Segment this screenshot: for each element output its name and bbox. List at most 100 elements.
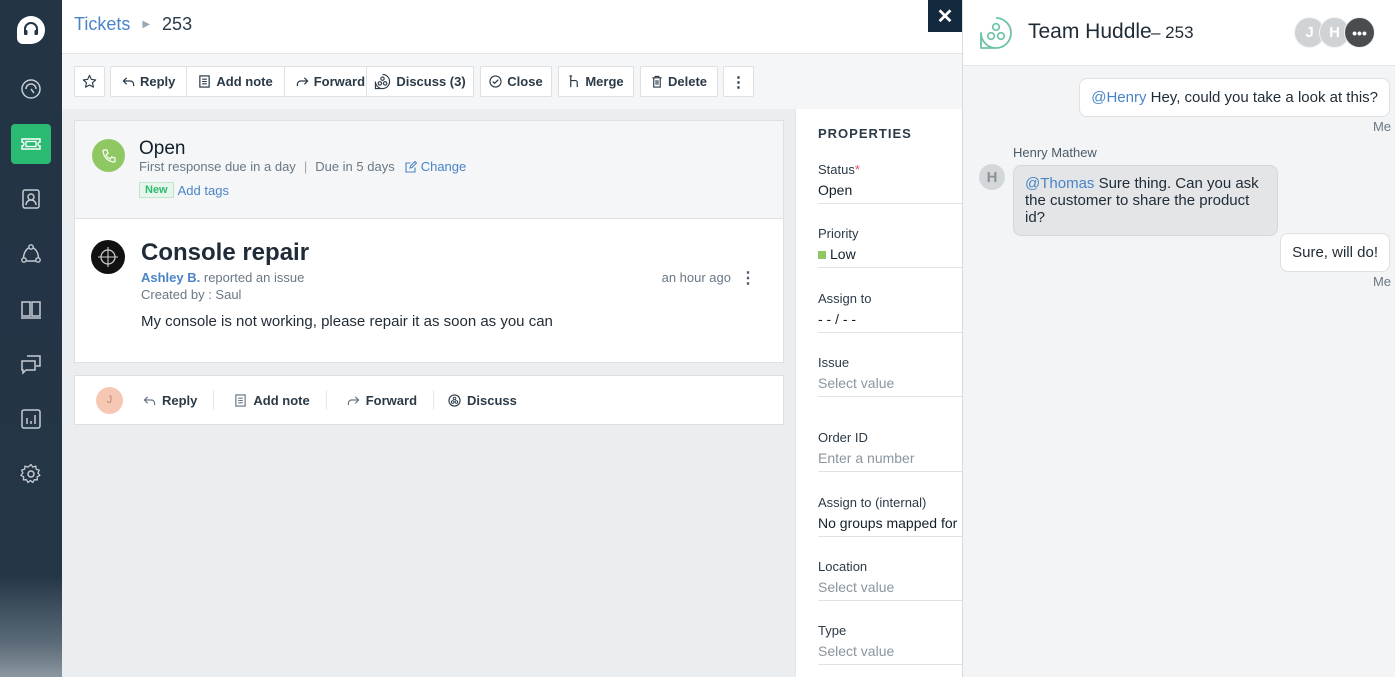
reply-bottom-button[interactable]: Reply bbox=[123, 393, 213, 408]
status-label: Status bbox=[818, 162, 855, 177]
assign-to-label: Assign to bbox=[818, 291, 872, 306]
more-actions-button[interactable]: ⋮ bbox=[723, 66, 754, 97]
forward-bottom-button[interactable]: Forward bbox=[327, 393, 433, 408]
more-participants-button[interactable]: ••• bbox=[1344, 17, 1375, 48]
property-assign-internal[interactable]: Assign to (internal) No groups mapped fo… bbox=[818, 495, 962, 537]
note-icon bbox=[198, 75, 211, 88]
forward-button[interactable]: Forward bbox=[285, 67, 376, 96]
merge-button[interactable]: Merge bbox=[558, 66, 634, 97]
assign-internal-value: No groups mapped for bbox=[818, 515, 958, 531]
requester-link[interactable]: Ashley B. bbox=[141, 270, 200, 285]
sidebar-item-groups[interactable] bbox=[11, 234, 51, 274]
required-mark: * bbox=[854, 162, 860, 177]
team-huddle-panel: Team Huddle – 253 J H ••• @Henry Hey, co… bbox=[962, 0, 1395, 677]
reply-label: Reply bbox=[140, 74, 176, 89]
check-circle-icon bbox=[489, 75, 502, 88]
created-by: Created by : Saul bbox=[141, 287, 242, 302]
trash-icon bbox=[652, 75, 662, 88]
sidebar-item-contacts[interactable] bbox=[11, 179, 51, 219]
message-outgoing: @Henry Hey, could you take a look at thi… bbox=[1079, 78, 1390, 117]
huddle-icon bbox=[448, 393, 461, 407]
add-note-bottom-button[interactable]: Add note bbox=[214, 393, 325, 408]
tag-new: New bbox=[139, 182, 174, 198]
sidebar-item-reports[interactable] bbox=[11, 399, 51, 439]
type-label: Type bbox=[818, 623, 847, 638]
delete-label: Delete bbox=[667, 74, 708, 89]
issue-more-icon[interactable]: ⋮ bbox=[740, 268, 756, 288]
property-priority[interactable]: Priority Low bbox=[818, 226, 962, 268]
priority-value: Low bbox=[830, 246, 856, 262]
location-label: Location bbox=[818, 559, 868, 574]
sidebar-item-discussions[interactable] bbox=[11, 344, 51, 384]
gear-icon bbox=[20, 463, 41, 484]
sla-info: First response due in a day | Due in 5 d… bbox=[139, 159, 466, 174]
properties-panel: PROPERTIES Status* Open Priority Low Ass… bbox=[795, 109, 962, 677]
issue-title: Console repair bbox=[141, 239, 310, 266]
sidebar-item-solutions[interactable] bbox=[11, 289, 51, 329]
close-ticket-button[interactable]: Close bbox=[480, 66, 552, 97]
change-label: Change bbox=[420, 159, 467, 174]
property-status[interactable]: Status* Open bbox=[818, 162, 962, 204]
merge-label: Merge bbox=[585, 74, 624, 89]
sidebar-item-dashboard[interactable] bbox=[11, 69, 51, 109]
add-note-label: Add note bbox=[216, 74, 273, 89]
requester-avatar[interactable] bbox=[91, 240, 125, 274]
sidebar-item-tickets[interactable] bbox=[11, 124, 51, 164]
huddle-ticket-ref: – 253 bbox=[1151, 23, 1194, 42]
sidebar-item-admin[interactable] bbox=[11, 454, 51, 494]
status-card: Open First response due in a day | Due i… bbox=[74, 120, 784, 218]
groups-icon bbox=[21, 244, 41, 263]
message-author: Me bbox=[1372, 119, 1391, 134]
mention[interactable]: @Thomas bbox=[1025, 175, 1094, 192]
breadcrumb: Tickets ▶ 253 bbox=[74, 14, 192, 35]
app-logo[interactable] bbox=[17, 16, 45, 44]
headset-icon bbox=[24, 22, 38, 35]
issue-card: Console repair Ashley B. reported an iss… bbox=[74, 218, 784, 363]
discuss-label: Discuss bbox=[467, 392, 517, 408]
add-note-button[interactable]: Add note bbox=[187, 67, 285, 96]
reply-button[interactable]: Reply bbox=[111, 67, 188, 96]
property-issue[interactable]: Issue Select value bbox=[818, 355, 962, 397]
forward-label: Forward bbox=[313, 74, 366, 89]
properties-title: PROPERTIES bbox=[818, 126, 912, 141]
order-id-input[interactable]: Enter a number bbox=[818, 450, 962, 466]
change-due-link[interactable]: Change bbox=[405, 159, 467, 174]
phone-icon bbox=[92, 139, 125, 172]
message-text: Hey, could you take a look at this? bbox=[1146, 89, 1378, 106]
breadcrumb-tickets-link[interactable]: Tickets bbox=[74, 14, 130, 35]
first-response-due: First response due in a day bbox=[139, 159, 296, 174]
ticket-status: Open bbox=[139, 138, 186, 159]
property-assign-to[interactable]: Assign to - - / - - bbox=[818, 291, 962, 333]
mention[interactable]: @Henry bbox=[1091, 89, 1146, 106]
discuss-bottom-button[interactable]: Discuss bbox=[434, 393, 533, 408]
agent-avatar: J bbox=[96, 386, 123, 414]
issue-timestamp: an hour ago bbox=[661, 270, 731, 285]
order-id-label: Order ID bbox=[818, 430, 868, 445]
delete-button[interactable]: Delete bbox=[640, 66, 718, 97]
issue-label: Issue bbox=[818, 355, 850, 370]
crosshair-icon bbox=[98, 247, 118, 267]
close-huddle-button[interactable]: ✕ bbox=[928, 0, 962, 32]
assign-internal-label: Assign to (internal) bbox=[818, 495, 927, 510]
huddle-icon bbox=[980, 17, 1012, 49]
reply-icon bbox=[122, 75, 135, 88]
resolution-due: Due in 5 days bbox=[315, 159, 395, 174]
assign-to-value: - - / - - bbox=[818, 311, 857, 327]
star-icon bbox=[82, 74, 97, 88]
priority-value-row: Low bbox=[818, 246, 962, 262]
add-tags-link[interactable]: Add tags bbox=[178, 183, 229, 198]
separator: | bbox=[303, 159, 308, 174]
ticket-icon bbox=[21, 138, 41, 150]
priority-label: Priority bbox=[818, 226, 859, 241]
issue-reported: Ashley B. reported an issue bbox=[141, 270, 304, 285]
participants: J H ••• bbox=[1294, 17, 1375, 48]
reply-actions-group: Reply Add note Forward bbox=[110, 66, 378, 97]
star-button[interactable] bbox=[74, 66, 105, 97]
property-order-id[interactable]: Order ID Enter a number bbox=[818, 430, 962, 472]
property-type[interactable]: Type Select value bbox=[818, 623, 962, 665]
breadcrumb-ticket-id: 253 bbox=[162, 14, 193, 34]
close-icon: ✕ bbox=[936, 5, 954, 28]
discuss-button[interactable]: Discuss (3) bbox=[366, 66, 474, 97]
property-location[interactable]: Location Select value bbox=[818, 559, 962, 601]
priority-color-icon bbox=[818, 251, 826, 259]
